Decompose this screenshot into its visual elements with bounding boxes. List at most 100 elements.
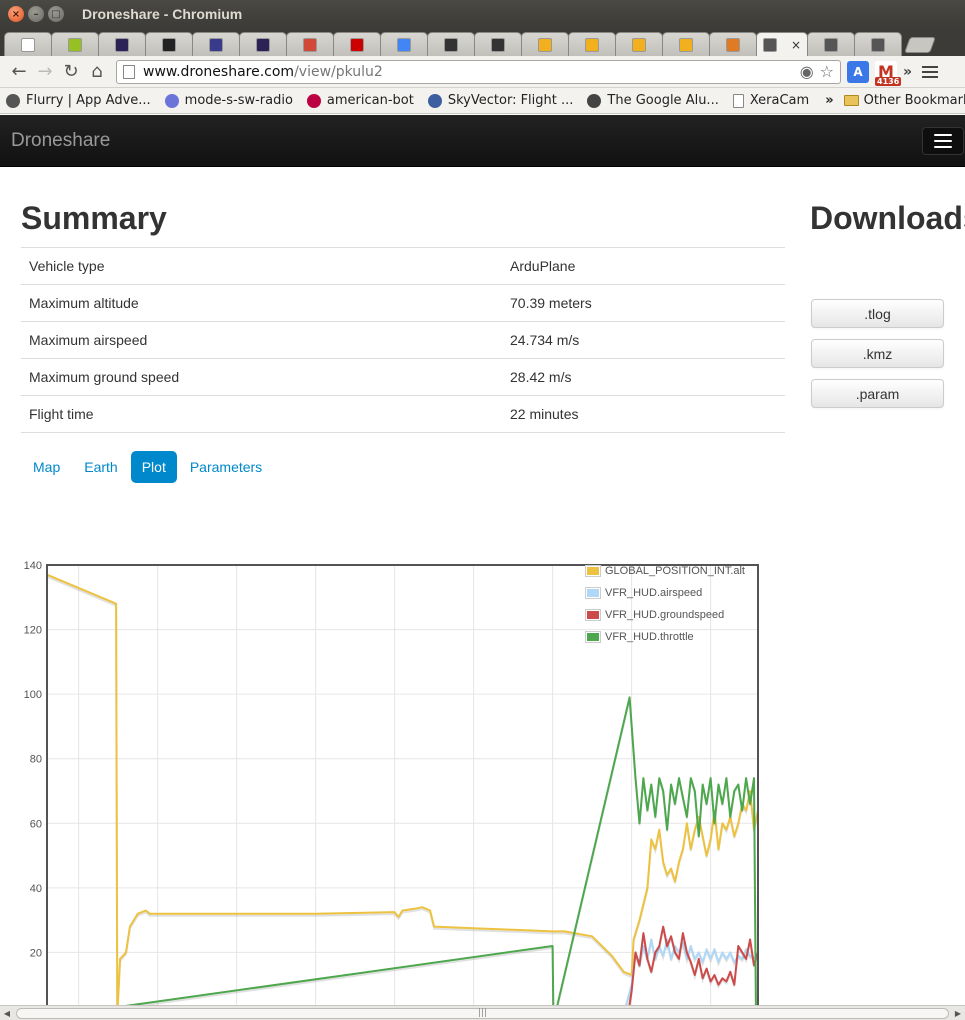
summary-value: 22 minutes <box>502 395 785 433</box>
reload-icon[interactable]: ↻ <box>58 59 84 85</box>
paper-plane-icon <box>871 37 885 52</box>
browser-tab[interactable] <box>192 32 240 56</box>
browser-tab[interactable] <box>333 32 381 56</box>
paper-plane-icon <box>824 37 838 52</box>
bookmark-item[interactable]: The Google Alu... <box>587 93 719 108</box>
legend-swatch <box>585 609 601 621</box>
legend-item: VFR_HUD.throttle <box>585 626 745 648</box>
tab-strip: × <box>0 28 965 56</box>
chrome-menu-icon[interactable] <box>922 65 939 78</box>
browser-tab[interactable] <box>568 32 616 56</box>
eclipse-icon <box>115 37 129 52</box>
browser-tab[interactable] <box>380 32 428 56</box>
download-kmz-button[interactable]: .kmz <box>811 339 944 368</box>
gmail-checker-icon[interactable]: M 4136 <box>875 60 902 86</box>
browser-tab[interactable] <box>98 32 146 56</box>
summary-row: Vehicle type ArduPlane <box>21 247 785 285</box>
bookmark-item[interactable]: american-bot <box>306 93 414 108</box>
browser-tab[interactable] <box>474 32 522 56</box>
tab-parameters[interactable]: Parameters <box>179 451 273 483</box>
legend-item: GLOBAL_POSITION_INT.alt <box>585 560 745 582</box>
browser-tab[interactable] <box>709 32 757 56</box>
legend-item: VFR_HUD.groundspeed <box>585 604 745 626</box>
summary-row: Maximum ground speed 28.42 m/s <box>21 358 785 396</box>
page-icon <box>732 93 744 108</box>
summary-label: Vehicle type <box>21 247 502 285</box>
browser-tab[interactable] <box>239 32 287 56</box>
browser-tab[interactable] <box>427 32 475 56</box>
home-icon[interactable]: ⌂ <box>84 59 110 85</box>
browser-tab[interactable]: × <box>756 32 808 56</box>
horizontal-scrollbar[interactable]: ◀ ||| ▶ <box>0 1005 965 1020</box>
y-tick-label: 140 <box>24 560 42 572</box>
y-tick-label: 120 <box>24 625 42 637</box>
title-bar: × – □ Droneshare - Chromium <box>0 0 965 28</box>
radio-icon <box>164 93 179 108</box>
legend-swatch <box>585 631 601 643</box>
summary-value: 28.42 m/s <box>502 358 785 396</box>
legend-item: VFR_HUD.airspeed <box>585 582 745 604</box>
scrollbar-thumb[interactable]: ||| <box>16 1007 949 1019</box>
tab-map[interactable]: Map <box>22 451 71 483</box>
bookmark-item[interactable]: SkyVector: Flight ... <box>427 93 574 108</box>
bookmark-label: SkyVector: Flight ... <box>447 93 574 108</box>
url-host: www.droneshare.com <box>143 63 295 80</box>
forward-icon[interactable]: → <box>32 59 58 85</box>
browser-tab[interactable] <box>854 32 902 56</box>
google-icon <box>397 37 411 52</box>
window-close-icon[interactable]: × <box>8 6 24 22</box>
bookmark-label: The Google Alu... <box>607 93 719 108</box>
site-brand[interactable]: Droneshare <box>11 130 110 152</box>
download-param-button[interactable]: .param <box>811 379 944 408</box>
back-icon[interactable]: ← <box>6 59 32 85</box>
stripes-icon <box>726 37 740 52</box>
summary-row: Maximum altitude 70.39 meters <box>21 284 785 322</box>
browser-tab[interactable] <box>662 32 710 56</box>
y-tick-label: 40 <box>30 883 42 895</box>
legend-swatch <box>585 587 601 599</box>
other-bookmarks-folder[interactable]: Other Bookmarks <box>843 93 965 108</box>
window-title: Droneshare - Chromium <box>82 6 243 22</box>
bookmark-label: mode-s-sw-radio <box>184 93 293 108</box>
bookmark-item[interactable]: Flurry | App Adve... <box>6 93 151 108</box>
bookmark-item[interactable]: XeraCam <box>732 93 809 108</box>
series-line <box>628 925 759 1005</box>
gmail-unread-count: 4136 <box>875 76 902 86</box>
bookmark-item[interactable]: mode-s-sw-radio <box>164 93 293 108</box>
reddit-icon[interactable]: ◉ <box>800 62 814 81</box>
browser-tab[interactable] <box>145 32 193 56</box>
browser-tab[interactable] <box>51 32 99 56</box>
plot-legend: GLOBAL_POSITION_INT.alt VFR_HUD.airspeed V… <box>585 560 745 648</box>
browser-tab[interactable] <box>615 32 663 56</box>
address-bar[interactable]: www.droneshare.com/view/pkulu2 ◉ ☆ <box>116 59 841 84</box>
download-tlog-button[interactable]: .tlog <box>811 299 944 328</box>
browser-tab[interactable] <box>807 32 855 56</box>
browser-tab[interactable] <box>4 32 52 56</box>
window-minimize-icon[interactable]: – <box>28 6 44 22</box>
skyvector-icon <box>427 93 442 108</box>
new-tab-button[interactable] <box>904 37 936 53</box>
gmail-icon <box>303 37 317 52</box>
box-icon <box>585 37 599 52</box>
bookmark-star-icon[interactable]: ☆ <box>820 62 834 81</box>
translate-icon[interactable]: A <box>847 60 869 83</box>
summary-label: Flight time <box>21 395 502 433</box>
y-tick-label: 100 <box>24 689 42 701</box>
browser-tab[interactable] <box>521 32 569 56</box>
web-page: Droneshare Summary Downloads Vehicle typ… <box>0 115 965 1005</box>
flurry-icon <box>6 93 20 108</box>
summary-row: Flight time 22 minutes <box>21 395 785 433</box>
window-maximize-icon[interactable]: □ <box>48 6 64 22</box>
box-icon <box>632 37 646 52</box>
browser-tab[interactable] <box>286 32 334 56</box>
scroll-left-icon[interactable]: ◀ <box>0 1006 14 1020</box>
tab-plot[interactable]: Plot <box>130 451 177 483</box>
folder-icon <box>843 95 859 106</box>
tab-earth[interactable]: Earth <box>73 451 128 483</box>
bookmarks-overflow-icon[interactable]: » <box>825 93 833 108</box>
navbar-menu-toggle[interactable] <box>922 126 964 155</box>
extensions-overflow-icon[interactable]: » <box>903 64 912 80</box>
scroll-right-icon[interactable]: ▶ <box>951 1006 965 1020</box>
tab-close-icon[interactable]: × <box>791 38 801 52</box>
y-tick-label: 80 <box>30 754 42 766</box>
